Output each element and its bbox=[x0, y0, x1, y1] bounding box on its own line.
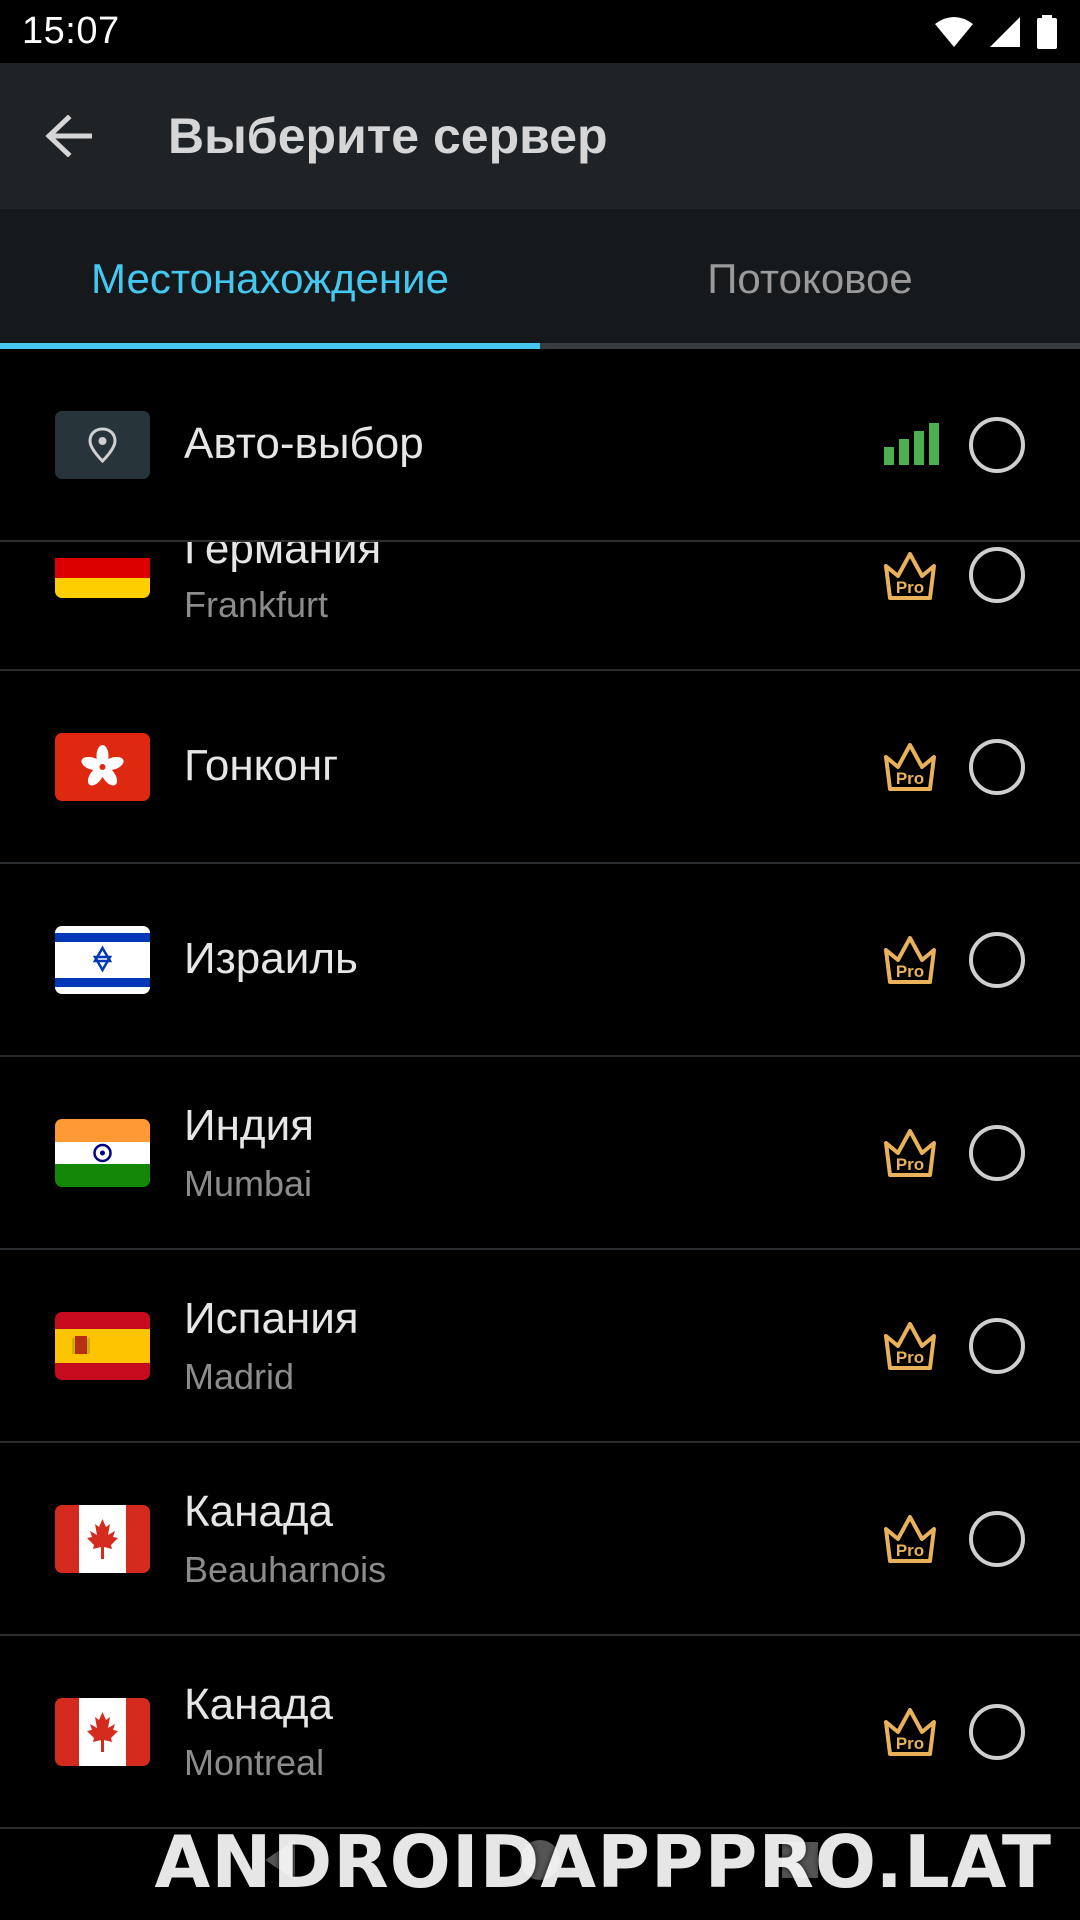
list-item-india[interactable]: Индия Mumbai Pro bbox=[0, 1057, 1080, 1250]
svg-text:Pro: Pro bbox=[896, 1155, 924, 1174]
list-item-auto-select[interactable]: Авто-выбор bbox=[0, 349, 1080, 542]
radio-button[interactable] bbox=[969, 1125, 1025, 1181]
location-pin-icon bbox=[55, 411, 150, 479]
svg-text:Pro: Pro bbox=[896, 1541, 924, 1560]
svg-text:Pro: Pro bbox=[896, 962, 924, 981]
radio-button[interactable] bbox=[969, 739, 1025, 795]
radio-button[interactable] bbox=[969, 417, 1025, 473]
flag-germany-icon bbox=[55, 544, 150, 598]
flag-canada-icon bbox=[55, 1505, 150, 1573]
server-title: Авто-выбор bbox=[184, 419, 424, 468]
battery-icon bbox=[1037, 14, 1057, 49]
pro-crown-icon: Pro bbox=[884, 1708, 936, 1756]
list-item-germany[interactable]: Германия Frankfurt Pro bbox=[0, 542, 1080, 671]
pro-crown-icon: Pro bbox=[884, 936, 936, 984]
server-city: Frankfurt bbox=[184, 584, 329, 625]
server-title: Гонконг bbox=[184, 741, 339, 790]
page-title: Выберите сервер bbox=[168, 108, 608, 164]
server-title: Канада bbox=[184, 1487, 334, 1536]
list-item-canada-montreal[interactable]: Канада Montreal Pro bbox=[0, 1636, 1080, 1829]
list-item-hong-kong[interactable]: Гонконг Pro bbox=[0, 671, 1080, 864]
server-city: Beauharnois bbox=[184, 1549, 387, 1590]
flag-israel-icon bbox=[55, 926, 150, 994]
flag-hong-kong-icon bbox=[55, 733, 150, 801]
tab-location[interactable]: Местонахождение bbox=[0, 209, 540, 349]
flag-spain-icon bbox=[55, 1312, 150, 1380]
watermark: ANDROIDAPPPRO.LAT bbox=[154, 1820, 1052, 1904]
pro-crown-icon: Pro bbox=[884, 1322, 936, 1370]
radio-button[interactable] bbox=[969, 932, 1025, 988]
pro-crown-icon: Pro bbox=[884, 743, 936, 791]
pro-crown-icon: Pro bbox=[884, 1129, 936, 1177]
server-city: Mumbai bbox=[184, 1163, 313, 1204]
server-title: Израиль bbox=[184, 934, 358, 983]
flag-canada-icon bbox=[55, 1698, 150, 1766]
radio-button[interactable] bbox=[969, 1704, 1025, 1760]
radio-button[interactable] bbox=[969, 1318, 1025, 1374]
server-city: Madrid bbox=[184, 1356, 295, 1397]
screen: 15:07 Выберите сервер Местонахождение По… bbox=[0, 0, 1080, 1920]
status-bar: 15:07 bbox=[0, 0, 1080, 63]
signal-strength-icon bbox=[884, 423, 939, 465]
pro-crown-icon: Pro bbox=[884, 552, 936, 600]
tab-bar: Местонахождение Потоковое bbox=[0, 209, 1080, 349]
wifi-icon bbox=[935, 16, 973, 47]
pro-crown-icon: Pro bbox=[884, 1515, 936, 1563]
server-city: Montreal bbox=[184, 1742, 325, 1783]
list-item-canada-beauharnois[interactable]: Канада Beauharnois Pro bbox=[0, 1443, 1080, 1636]
list-item-israel[interactable]: Израиль Pro bbox=[0, 864, 1080, 1057]
flag-india-icon bbox=[55, 1119, 150, 1187]
back-button[interactable] bbox=[18, 86, 118, 186]
arrow-back-icon bbox=[45, 115, 92, 157]
server-title: Канада bbox=[184, 1680, 334, 1729]
list-item-spain[interactable]: Испания Madrid Pro bbox=[0, 1250, 1080, 1443]
svg-text:Pro: Pro bbox=[896, 1348, 924, 1367]
status-icons bbox=[934, 14, 1058, 49]
svg-text:Pro: Pro bbox=[896, 1734, 924, 1753]
status-time: 15:07 bbox=[22, 10, 120, 52]
server-title: Германия bbox=[184, 542, 382, 573]
server-title: Испания bbox=[184, 1294, 359, 1343]
toolbar: Выберите сервер bbox=[0, 63, 1080, 209]
radio-button[interactable] bbox=[969, 1511, 1025, 1567]
cell-signal-icon bbox=[990, 16, 1020, 47]
tab-streaming[interactable]: Потоковое bbox=[540, 209, 1080, 349]
server-title: Индия bbox=[184, 1101, 315, 1150]
svg-text:Pro: Pro bbox=[896, 578, 924, 597]
server-list[interactable]: Авто-выбор Германия Frankfurt Pro Гонкон… bbox=[0, 349, 1080, 1920]
svg-text:Pro: Pro bbox=[896, 769, 924, 788]
radio-button[interactable] bbox=[969, 547, 1025, 603]
